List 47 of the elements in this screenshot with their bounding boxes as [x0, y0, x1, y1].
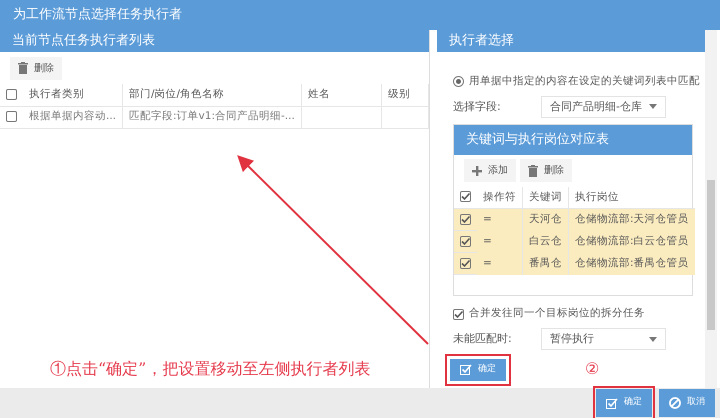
- trash-icon: [18, 62, 28, 74]
- checkbox[interactable]: [460, 236, 471, 246]
- step-marker: ②: [585, 358, 599, 380]
- table-cell: 白云仓: [522, 230, 568, 253]
- caret-icon: [649, 104, 657, 110]
- table-cell: 根据单据内容动...: [23, 106, 123, 128]
- table-cell: 天河仓: [522, 208, 568, 231]
- table-cell: 仓储物流部:番禺仓管员: [568, 252, 695, 275]
- window-title: 为工作流节点选择任务执行者: [0, 0, 720, 30]
- checkbox-icon: [606, 398, 618, 408]
- table-cell: =: [477, 230, 522, 253]
- trash-icon: [528, 164, 538, 177]
- column-header: 姓名: [301, 84, 382, 106]
- add-button[interactable]: 添加: [464, 159, 516, 182]
- table-cell: =: [477, 252, 522, 275]
- delete-button[interactable]: 删除: [10, 56, 62, 80]
- field-label: 选择字段:: [453, 98, 502, 114]
- checkbox[interactable]: [460, 214, 471, 224]
- field-dropdown[interactable]: 合同产品明细-仓库: [541, 96, 666, 118]
- card-title: 关键词与执行岗位对应表: [454, 124, 692, 155]
- option-label: 合并发往同一个目标岗位的拆分任务: [469, 306, 645, 322]
- panel-title: 当前节点任务执行者列表: [0, 30, 429, 52]
- checkbox[interactable]: [6, 110, 17, 122]
- table-cell: 仓储物流部:白云仓管员: [568, 230, 695, 253]
- table-cell: =: [477, 208, 522, 231]
- fallback-dropdown[interactable]: 暂停执行: [541, 328, 666, 350]
- radio-button[interactable]: [453, 76, 464, 88]
- table-cell: 匹配字段:订单v1:合同产品明细-...: [122, 106, 302, 128]
- checkbox[interactable]: [6, 88, 17, 100]
- column-header: 执行者类别: [23, 84, 123, 106]
- annotation-text: ①点击“确定”，把设置移动至左侧执行者列表: [50, 358, 370, 380]
- option-label: 用单据中指定的内容在设定的关键词列表中匹配: [469, 74, 700, 89]
- column-header: 部门/岗位/角色名称: [122, 84, 302, 106]
- column-header: 级别: [381, 84, 428, 106]
- delete-button[interactable]: 删除: [520, 159, 572, 182]
- caret-icon: [649, 336, 657, 342]
- table-cell: 番禺仓: [522, 252, 568, 275]
- field-label: 未能匹配时:: [453, 330, 513, 347]
- checkbox[interactable]: [453, 308, 464, 320]
- checkbox-icon: [460, 364, 472, 376]
- checkbox[interactable]: [460, 191, 471, 202]
- checkbox[interactable]: [460, 258, 471, 268]
- plus-icon: [472, 166, 482, 176]
- table-cell: 仓储物流部:天河仓管员: [568, 208, 695, 231]
- prohibited-icon: [669, 397, 681, 409]
- panel-title: 执行者选择: [437, 30, 705, 52]
- scrollbar[interactable]: [705, 30, 717, 388]
